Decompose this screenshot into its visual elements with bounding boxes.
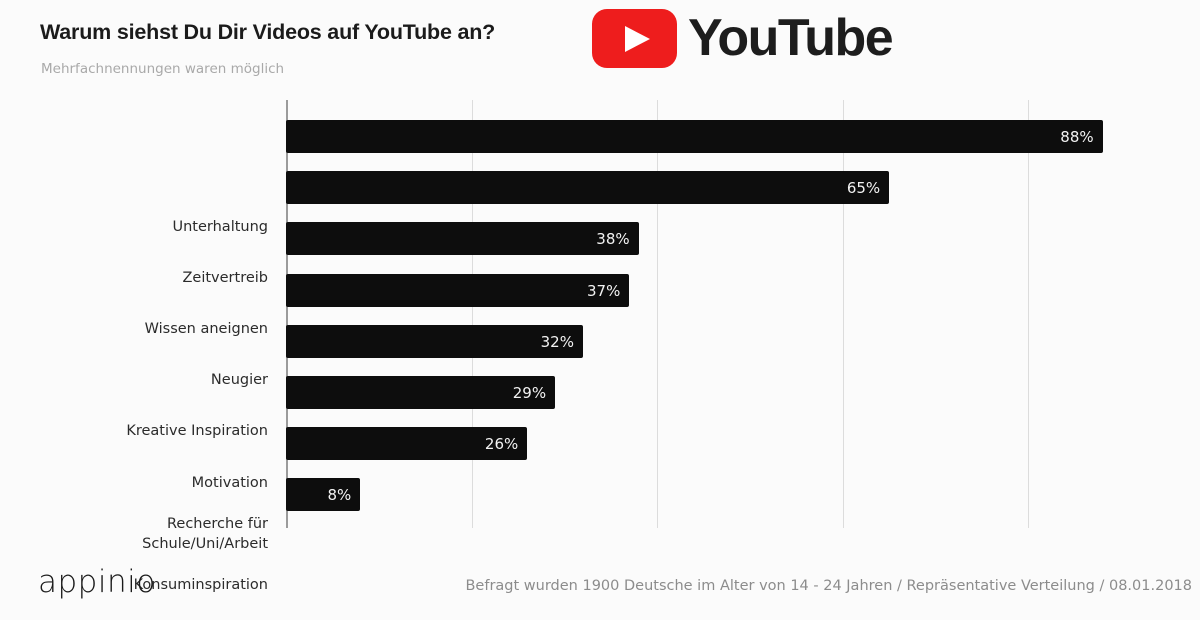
bar-value-label: 37% [587, 281, 621, 300]
bar-row: 32% [286, 324, 583, 358]
plot-area: 88% 65% 38% 37% 32% 29% 26% 8% [286, 100, 1200, 528]
youtube-logo: YouTube [592, 8, 894, 68]
bar-row: 29% [286, 376, 556, 409]
category-label: Kreative Inspiration [126, 423, 268, 440]
bar [286, 222, 639, 256]
category-label: Zeitvertreib [182, 269, 268, 286]
category-label: Neugier [210, 372, 268, 389]
category-label: Motivation [191, 474, 268, 491]
bar [286, 324, 583, 358]
chart-header: Warum siehst Du Dir Videos auf YouTube a… [0, 0, 1200, 92]
bar-row: 88% [286, 120, 1103, 153]
bar-chart: Unterhaltung Zeitvertreib Wissen aneignen N… [0, 92, 1200, 593]
youtube-wordmark: YouTube [688, 9, 894, 67]
bar-value-label: 88% [1060, 128, 1094, 146]
bar-value-label: 65% [846, 179, 881, 198]
chart-footer: appinio Befragt wurden 1900 Deutsche im … [0, 534, 1200, 616]
bar-value-label: 8% [327, 486, 352, 505]
page-title: Warum siehst Du Dir Videos auf YouTube a… [40, 20, 496, 44]
bar [286, 273, 630, 307]
youtube-play-icon [592, 8, 677, 68]
bar [286, 120, 1103, 153]
bar [286, 171, 890, 205]
bar-row: 38% [286, 222, 639, 256]
bar-row: 65% [286, 171, 890, 205]
bar-value-label: 29% [512, 384, 547, 402]
source-note: Befragt wurden 1900 Deutsche im Alter vo… [465, 578, 1192, 594]
page-subtitle: Mehrfachnennungen waren möglich [41, 61, 285, 77]
category-label: Unterhaltung [172, 218, 269, 235]
bar-row: 37% [286, 273, 630, 307]
bar-series: 88% 65% 38% 37% 32% 29% 26% 8% [286, 100, 1200, 528]
bar-row: 8% [286, 478, 361, 512]
bar-value-label: 26% [484, 435, 519, 454]
appinio-logo: appinio [38, 564, 156, 600]
play-triangle-icon [625, 25, 650, 52]
bar-row: 26% [286, 427, 528, 461]
bar-value-label: 38% [596, 230, 630, 249]
bar-value-label: 32% [540, 332, 574, 351]
category-label: Wissen aneignen [144, 320, 268, 337]
